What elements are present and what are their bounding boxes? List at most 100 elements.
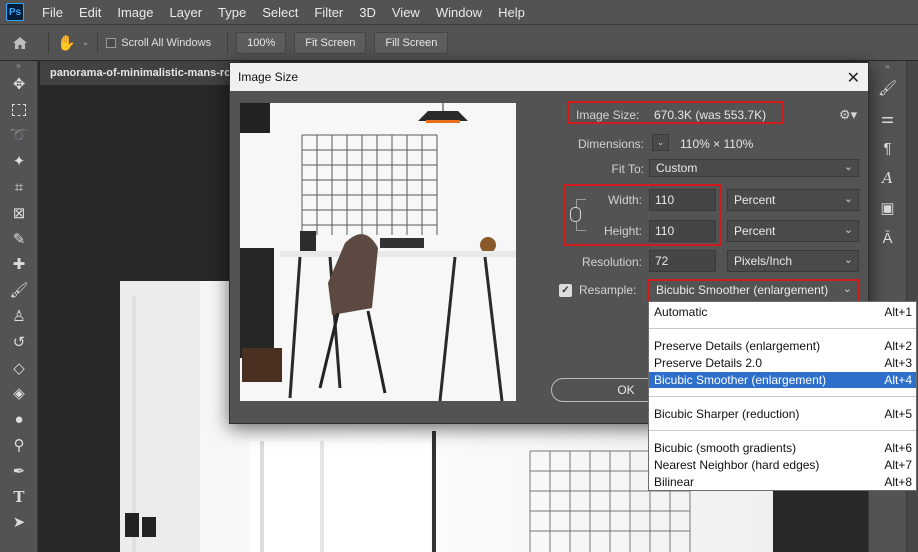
resample-value: Bicubic Smoother (enlargement) <box>656 283 829 297</box>
dimensions-value: 110% × 110% <box>680 137 754 151</box>
height-label: Height: <box>603 224 642 238</box>
settings-gear-icon[interactable]: ⚙▾ <box>839 107 857 123</box>
menu-view[interactable]: View <box>384 5 428 20</box>
chevron-down-icon: ⌄ <box>843 193 853 205</box>
resample-option-bicubic-sharper[interactable]: Bicubic Sharper (reduction) Alt+5 <box>649 406 916 422</box>
adjustments-sliders-icon[interactable]: ⚌ <box>869 103 906 133</box>
tools-panel: » ✥ ➰ ✦ ⌗ ⊠ ✎ ✚ 🖌 ♙ ↺ ◇ ◈ ● ⚲ ✒ T ➤ <box>0 61 38 552</box>
dialog-titlebar: Image Size ✕ <box>230 63 868 91</box>
resample-checkbox[interactable]: ✓ <box>559 284 572 297</box>
dodge-tool-icon[interactable]: ⚲ <box>0 432 38 458</box>
option-shortcut: Alt+5 <box>884 407 912 421</box>
menu-edit[interactable]: Edit <box>71 5 109 20</box>
width-input[interactable]: 110 <box>649 189 716 211</box>
option-shortcut: Alt+1 <box>884 305 912 319</box>
options-bar: ✋ ⌄ Scroll All Windows 100% Fit Screen Fi… <box>0 24 918 60</box>
resample-option-bicubic-smoother[interactable]: Bicubic Smoother (enlargement) Alt+4 <box>649 372 916 388</box>
menu-help[interactable]: Help <box>490 5 533 20</box>
character-styles-icon[interactable]: Ā <box>869 223 906 253</box>
link-constrain-icon[interactable] <box>570 207 581 222</box>
eraser-tool-icon[interactable]: ◇ <box>0 355 38 381</box>
glyphs-icon[interactable]: ▣ <box>869 193 906 223</box>
stamp-tool-icon[interactable]: ♙ <box>0 303 38 329</box>
menu-file[interactable]: File <box>34 5 71 20</box>
resolution-input[interactable]: 72 <box>649 250 716 272</box>
close-icon[interactable]: ✕ <box>847 68 860 88</box>
dimensions-label: Dimensions: <box>577 137 644 151</box>
option-shortcut: Alt+3 <box>884 356 912 370</box>
height-unit-select[interactable]: Percent ⌄ <box>727 220 859 242</box>
option-shortcut: Alt+6 <box>884 441 912 455</box>
chevron-down-icon: ⌄ <box>843 254 853 266</box>
resample-option-bilinear[interactable]: Bilinear Alt+8 <box>649 474 916 490</box>
blur-tool-icon[interactable]: ● <box>0 406 38 432</box>
paint-bucket-tool-icon[interactable]: ◈ <box>0 381 38 407</box>
menu-layer[interactable]: Layer <box>162 5 211 20</box>
menu-image[interactable]: Image <box>109 5 161 20</box>
fit-screen-button[interactable]: Fit Screen <box>294 31 367 54</box>
scroll-all-checkbox[interactable] <box>106 37 117 48</box>
option-shortcut: Alt+4 <box>884 373 912 387</box>
scroll-all-label: Scroll All Windows <box>121 36 212 49</box>
image-preview[interactable] <box>240 103 516 401</box>
option-label: Bicubic Smoother (enlargement) <box>654 373 827 387</box>
width-unit-value: Percent <box>734 193 776 207</box>
marquee-tool-icon[interactable] <box>0 97 38 123</box>
history-brush-tool-icon[interactable]: ↺ <box>0 329 38 355</box>
document-tab[interactable]: panorama-of-minimalistic-mans-ro <box>40 61 240 85</box>
resolution-unit-select[interactable]: Pixels/Inch ⌄ <box>727 250 859 272</box>
zoom-100-button[interactable]: 100% <box>236 31 287 54</box>
menu-select[interactable]: Select <box>254 5 306 20</box>
menu-3d[interactable]: 3D <box>351 5 384 20</box>
resample-option-automatic[interactable]: Automatic Alt+1 <box>649 304 916 320</box>
separator <box>97 31 99 54</box>
resample-select[interactable]: Bicubic Smoother (enlargement) ⌄ <box>650 282 857 300</box>
chevron-down-icon: ⌄ <box>843 224 853 236</box>
fill-screen-button[interactable]: Fill Screen <box>374 31 449 54</box>
paragraph-icon[interactable]: ¶ <box>869 133 906 163</box>
type-tool-icon[interactable]: T <box>0 484 38 510</box>
path-selection-tool-icon[interactable]: ➤ <box>0 510 38 536</box>
resample-option-nearest-neighbor[interactable]: Nearest Neighbor (hard edges) Alt+7 <box>649 457 916 473</box>
chevron-down-icon: ⌄ <box>842 283 852 295</box>
brush-tool-icon[interactable]: 🖌 <box>0 277 38 303</box>
photoshop-logo[interactable]: Ps <box>6 3 24 21</box>
fit-to-label: Fit To: <box>611 162 644 176</box>
menu-type[interactable]: Type <box>210 5 254 20</box>
separator <box>48 31 49 54</box>
option-label: Preserve Details (enlargement) <box>654 339 821 353</box>
move-tool-icon[interactable]: ✥ <box>0 71 38 97</box>
panel-grip-icon[interactable]: « <box>869 61 906 73</box>
brush-settings-icon[interactable]: 🖌 <box>869 73 906 103</box>
resample-option-bicubic[interactable]: Bicubic (smooth gradients) Alt+6 <box>649 440 916 456</box>
separator <box>227 31 229 54</box>
option-label: Bilinear <box>654 475 695 489</box>
panel-grip-icon[interactable]: » <box>0 61 37 71</box>
frame-tool-icon[interactable]: ⊠ <box>0 200 38 226</box>
option-label: Preserve Details 2.0 <box>654 356 763 370</box>
menu-window[interactable]: Window <box>428 5 490 20</box>
lasso-tool-icon[interactable]: ➰ <box>0 123 38 149</box>
option-label: Nearest Neighbor (hard edges) <box>654 458 820 472</box>
crop-tool-icon[interactable]: ⌗ <box>0 174 38 200</box>
fit-to-select[interactable]: Custom ⌄ <box>649 159 859 177</box>
character-icon[interactable]: A <box>869 163 906 193</box>
chevron-down-icon: ⌄ <box>843 161 853 173</box>
menu-filter[interactable]: Filter <box>306 5 351 20</box>
resample-option-preserve-details-2[interactable]: Preserve Details 2.0 Alt+3 <box>649 355 916 371</box>
height-input[interactable]: 110 <box>649 220 716 242</box>
option-label: Bicubic Sharper (reduction) <box>654 407 800 421</box>
chevron-down-icon[interactable]: ⌄ <box>82 37 90 48</box>
healing-brush-tool-icon[interactable]: ✚ <box>0 252 38 278</box>
hand-tool-icon[interactable]: ✋ ⌄ <box>57 34 89 52</box>
pen-tool-icon[interactable]: ✒ <box>0 458 38 484</box>
resolution-label: Resolution: <box>581 255 642 269</box>
dimensions-dropdown-icon[interactable]: ⌄ <box>652 134 669 151</box>
image-size-highlight <box>567 101 783 124</box>
option-shortcut: Alt+7 <box>884 458 912 472</box>
resample-option-preserve-details[interactable]: Preserve Details (enlargement) Alt+2 <box>649 338 916 354</box>
eyedropper-tool-icon[interactable]: ✎ <box>0 226 38 252</box>
width-unit-select[interactable]: Percent ⌄ <box>727 189 859 211</box>
magic-wand-tool-icon[interactable]: ✦ <box>0 148 38 174</box>
home-icon[interactable] <box>0 36 40 50</box>
